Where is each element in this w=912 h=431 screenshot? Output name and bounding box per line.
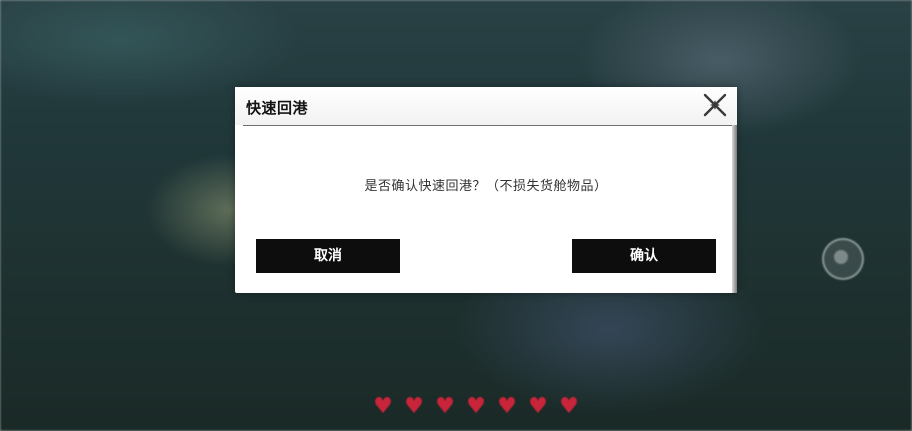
heart-icon: ♥ [404, 394, 424, 419]
dialog-title: 快速回港 [246, 99, 309, 117]
heart-icon: ♥ [373, 394, 393, 419]
health-hearts: ♥ ♥ ♥ ♥ ♥ ♥ ♥ [372, 394, 580, 419]
dialog-message: 是否确认快速回港？（不损失货舱物品） [364, 179, 608, 194]
close-x-icon[interactable] [702, 92, 728, 118]
cancel-button[interactable]: 取消 [256, 239, 400, 273]
dialog-header: 快速回港 [235, 87, 737, 125]
header-divider [243, 125, 733, 126]
heart-icon: ♥ [466, 394, 486, 419]
heart-icon: ♥ [435, 394, 455, 419]
confirm-button[interactable]: 确认 [572, 239, 716, 273]
joystick-icon[interactable] [822, 238, 864, 280]
heart-icon: ♥ [528, 394, 548, 419]
dialog-edge-decoration [732, 125, 737, 293]
quick-return-dialog: 快速回港 是否确认快速回港？（不损失货舱物品） 取消 确认 [235, 87, 737, 293]
heart-icon: ♥ [559, 394, 579, 419]
heart-icon: ♥ [497, 394, 517, 419]
